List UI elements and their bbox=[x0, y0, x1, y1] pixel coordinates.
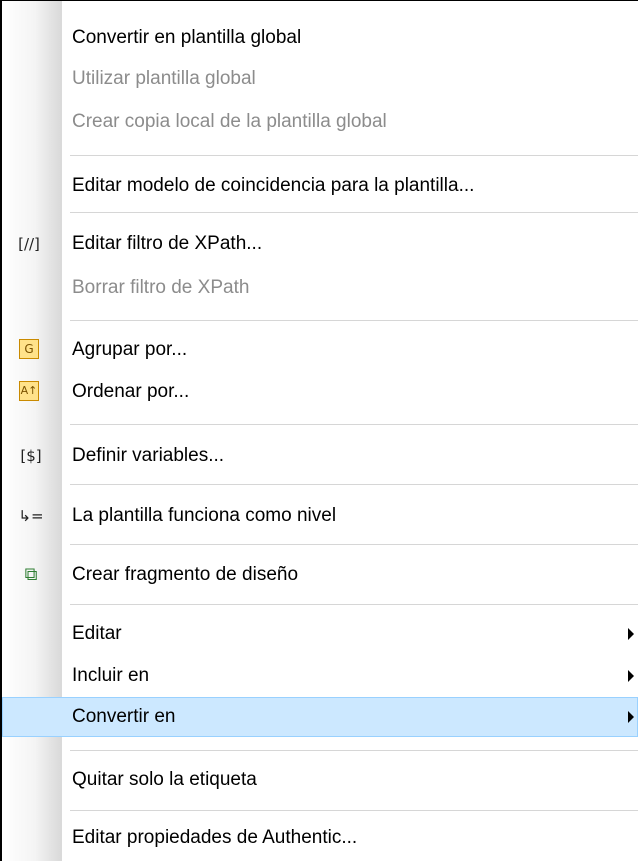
menu-item-create-design-fragment[interactable]: ⧉ Crear fragmento de diseño bbox=[2, 555, 638, 595]
menu-item-convert-to-submenu[interactable]: Convertir en bbox=[2, 697, 638, 737]
menu-item-edit-authentic-properties[interactable]: Editar propiedades de Authentic... bbox=[2, 818, 638, 858]
menu-item-label: Editar filtro de XPath... bbox=[72, 233, 263, 254]
menu-item-label: Editar bbox=[72, 623, 122, 644]
menu-item-clear-xpath-filter[interactable]: Borrar filtro de XPath bbox=[2, 268, 638, 308]
menu-item-label: Agrupar por... bbox=[72, 339, 188, 360]
menu-separator bbox=[70, 424, 638, 425]
menu-item-use-global-template[interactable]: Utilizar plantilla global bbox=[2, 59, 638, 99]
menu-separator bbox=[70, 484, 638, 485]
menu-item-create-local-copy[interactable]: Crear copia local de la plantilla global bbox=[2, 102, 638, 142]
menu-separator bbox=[70, 604, 638, 605]
menu-item-label: Borrar filtro de XPath bbox=[72, 277, 250, 298]
menu-separator bbox=[70, 212, 638, 213]
variables-icon: [$] bbox=[20, 447, 42, 465]
menu-item-label: Quitar solo la etiqueta bbox=[72, 769, 257, 790]
group-by-icon: G bbox=[19, 339, 39, 359]
xpath-filter-icon: [//] bbox=[18, 235, 40, 253]
menu-item-label: La plantilla funciona como nivel bbox=[72, 505, 337, 526]
submenu-arrow-icon bbox=[628, 670, 634, 682]
submenu-arrow-icon bbox=[628, 711, 634, 723]
menu-item-convert-global-template[interactable]: Convertir en plantilla global bbox=[2, 18, 638, 58]
menu-item-label: Editar modelo de coincidencia para la pl… bbox=[72, 175, 475, 196]
menu-item-sort-by[interactable]: A↑ Ordenar por... bbox=[2, 372, 638, 412]
menu-item-label: Utilizar plantilla global bbox=[72, 68, 256, 89]
menu-item-group-by[interactable]: G Agrupar por... bbox=[2, 330, 638, 370]
level-icon: ↳= bbox=[18, 507, 44, 525]
menu-item-define-variables[interactable]: [$] Definir variables... bbox=[2, 436, 638, 476]
menu-item-remove-tag-only[interactable]: Quitar solo la etiqueta bbox=[2, 760, 638, 800]
menu-item-template-as-level[interactable]: ↳= La plantilla funciona como nivel bbox=[2, 496, 638, 536]
menu-separator bbox=[70, 320, 638, 321]
menu-item-label: Incluir en bbox=[72, 665, 150, 686]
menu-separator bbox=[70, 544, 638, 545]
sort-by-icon: A↑ bbox=[19, 381, 39, 401]
menu-separator bbox=[70, 155, 638, 156]
menu-item-edit-xpath-filter[interactable]: [//] Editar filtro de XPath... bbox=[2, 224, 638, 264]
context-menu: Convertir en plantilla global Utilizar p… bbox=[0, 0, 638, 861]
menu-item-label: Definir variables... bbox=[72, 445, 225, 466]
menu-item-label: Ordenar por... bbox=[72, 381, 190, 402]
menu-separator bbox=[70, 810, 638, 811]
menu-item-label: Crear copia local de la plantilla global bbox=[72, 111, 387, 132]
menu-item-label: Convertir en bbox=[72, 706, 176, 727]
menu-item-edit-match-pattern[interactable]: Editar modelo de coincidencia para la pl… bbox=[2, 166, 638, 206]
menu-item-label: Convertir en plantilla global bbox=[72, 27, 302, 48]
submenu-arrow-icon bbox=[628, 628, 634, 640]
menu-item-edit-submenu[interactable]: Editar bbox=[2, 614, 638, 654]
design-fragment-icon: ⧉ bbox=[24, 564, 38, 585]
menu-separator bbox=[70, 750, 638, 751]
menu-item-label: Crear fragmento de diseño bbox=[72, 564, 299, 585]
menu-border-top bbox=[0, 0, 638, 1]
menu-item-enclose-with-submenu[interactable]: Incluir en bbox=[2, 656, 638, 696]
menu-item-label: Editar propiedades de Authentic... bbox=[72, 827, 358, 848]
